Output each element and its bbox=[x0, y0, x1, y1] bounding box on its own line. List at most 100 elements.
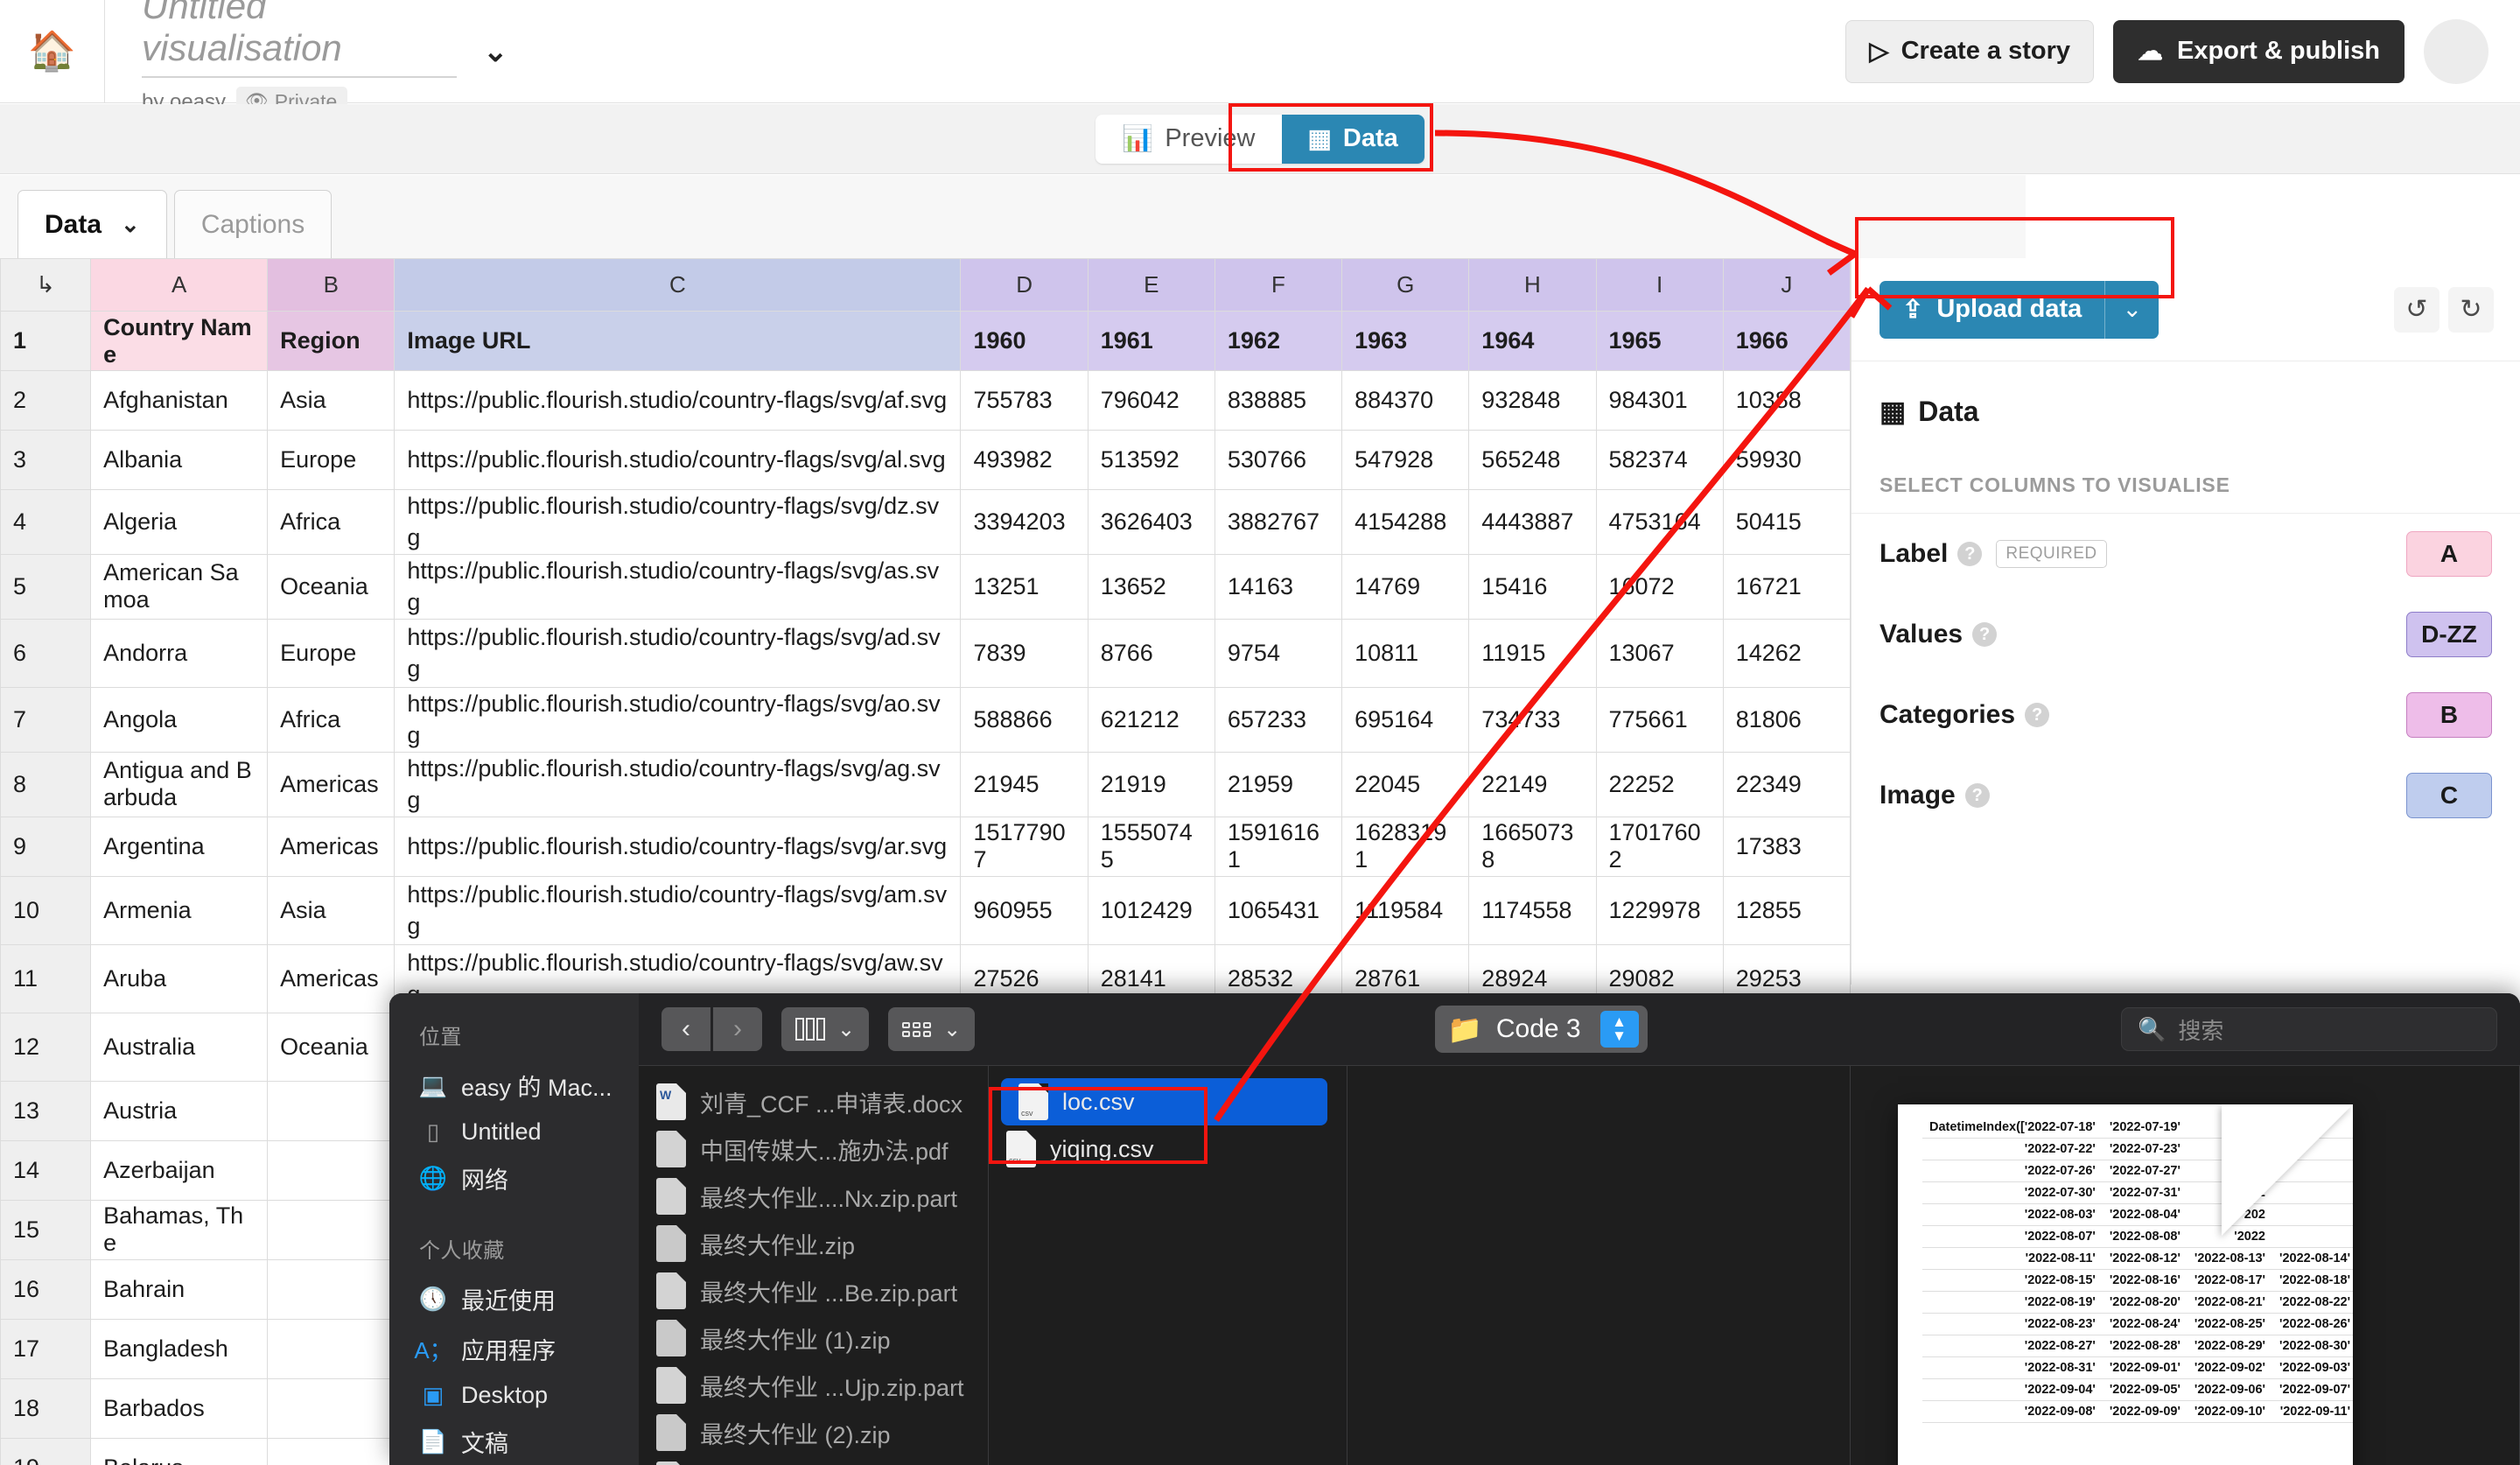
table-row[interactable]: 6 Andorra Europe https://public.flourish… bbox=[0, 618, 1851, 688]
sidebar-item-untitled[interactable]: ▯ Untitled bbox=[389, 1111, 639, 1153]
finder-column-2[interactable]: csv loc.csv csv yiqing.csv bbox=[989, 1066, 1348, 1465]
column-header-f[interactable]: F bbox=[1214, 258, 1343, 312]
chevron-down-icon[interactable]: ⌄ bbox=[483, 34, 508, 69]
cell-e[interactable]: 21919 bbox=[1087, 751, 1215, 817]
row-number[interactable]: 7 bbox=[0, 686, 92, 753]
help-icon[interactable]: ? bbox=[1964, 783, 1990, 808]
cell-c[interactable]: https://public.flourish.studio/country-f… bbox=[394, 618, 962, 688]
cell-c[interactable]: https://public.flourish.studio/country-f… bbox=[394, 686, 962, 753]
list-item[interactable]: csv yiqing.csv bbox=[989, 1125, 1347, 1173]
cell-j[interactable]: 81806 bbox=[1722, 686, 1851, 753]
cell-f1[interactable]: 1962 bbox=[1214, 311, 1343, 371]
row-number[interactable]: 4 bbox=[0, 489, 92, 555]
cell-b[interactable]: Oceania bbox=[267, 1012, 396, 1082]
cell-b[interactable] bbox=[267, 1199, 396, 1260]
cell-a[interactable]: Barbados bbox=[90, 1377, 269, 1439]
cell-j[interactable]: 22349 bbox=[1722, 751, 1851, 817]
cell-g[interactable]: 10811 bbox=[1341, 618, 1470, 688]
search-input[interactable]: 🔍 搜索 bbox=[2121, 1007, 2497, 1051]
cell-b[interactable]: Africa bbox=[267, 489, 396, 555]
row-number[interactable]: 19 bbox=[0, 1437, 92, 1465]
list-item[interactable]: 最终大作业 ...Be.zip.part bbox=[639, 1267, 988, 1314]
column-header-c[interactable]: C bbox=[394, 258, 962, 312]
row-number[interactable]: 9 bbox=[0, 816, 92, 877]
column-header-b[interactable]: B bbox=[267, 258, 396, 312]
cell-a[interactable]: Aruba bbox=[90, 943, 269, 1013]
cell-d[interactable]: 755783 bbox=[960, 370, 1088, 431]
cell-a[interactable]: Belarus bbox=[90, 1437, 269, 1465]
row-number[interactable]: 5 bbox=[0, 553, 92, 620]
cell-j[interactable]: 16721 bbox=[1722, 553, 1851, 620]
row-number[interactable]: 14 bbox=[0, 1139, 92, 1201]
cell-f[interactable]: 9754 bbox=[1214, 618, 1343, 688]
cell-g[interactable]: 547928 bbox=[1341, 430, 1470, 490]
cell-a[interactable]: Australia bbox=[90, 1012, 269, 1082]
column-chip-label[interactable]: A bbox=[2406, 531, 2492, 577]
cell-b[interactable]: Americas bbox=[267, 943, 396, 1013]
row-number[interactable]: 6 bbox=[0, 618, 92, 688]
cell-f[interactable]: 15916161 bbox=[1214, 816, 1343, 877]
cell-i[interactable]: 1229978 bbox=[1595, 875, 1724, 945]
list-item[interactable]: 最终大作业 ...Ujp.zip.part bbox=[639, 1362, 988, 1409]
row-number[interactable]: 2 bbox=[0, 370, 92, 431]
cell-a[interactable]: Argentina bbox=[90, 816, 269, 877]
cell-h[interactable]: 16650738 bbox=[1468, 816, 1597, 877]
table-row[interactable]: 1 Country Name Region Image URL 1960 196… bbox=[0, 311, 1851, 371]
column-header-j[interactable]: J bbox=[1722, 258, 1851, 312]
cell-c[interactable]: https://public.flourish.studio/country-f… bbox=[394, 875, 962, 945]
tab-captions[interactable]: Captions bbox=[173, 190, 332, 258]
cell-j[interactable]: 12855 bbox=[1722, 875, 1851, 945]
cell-c[interactable]: https://public.flourish.studio/country-f… bbox=[394, 430, 962, 490]
cell-e[interactable]: 13652 bbox=[1087, 553, 1215, 620]
select-all-corner[interactable]: ↳ bbox=[0, 258, 92, 312]
tab-data-sheet[interactable]: Data ⌄ bbox=[18, 190, 167, 258]
cell-c1[interactable]: Image URL bbox=[394, 311, 962, 371]
cell-a[interactable]: Bahrain bbox=[90, 1258, 269, 1320]
path-folder-select[interactable]: 📁 Code 3 ▲ ▼ bbox=[1435, 1006, 1648, 1053]
cell-c[interactable]: https://public.flourish.studio/country-f… bbox=[394, 751, 962, 817]
sidebar-item-applications[interactable]: A； 应用程序 bbox=[389, 1324, 639, 1374]
cell-b[interactable] bbox=[267, 1080, 396, 1141]
column-header-e[interactable]: E bbox=[1087, 258, 1215, 312]
undo-icon[interactable]: ↺ bbox=[2394, 286, 2440, 333]
stepper-icon[interactable]: ▲ ▼ bbox=[1600, 1011, 1639, 1048]
column-header-d[interactable]: D bbox=[960, 258, 1088, 312]
cell-d[interactable]: 493982 bbox=[960, 430, 1088, 490]
cell-e[interactable]: 621212 bbox=[1087, 686, 1215, 753]
column-chip-categories[interactable]: B bbox=[2406, 692, 2492, 738]
cell-b1[interactable]: Region bbox=[267, 311, 396, 371]
cell-f[interactable]: 21959 bbox=[1214, 751, 1343, 817]
table-row[interactable]: 4 Algeria Africa https://public.flourish… bbox=[0, 489, 1851, 555]
column-chip-values[interactable]: D-ZZ bbox=[2406, 612, 2492, 657]
cell-a[interactable]: Albania bbox=[90, 430, 269, 490]
cell-i[interactable]: 13067 bbox=[1595, 618, 1724, 688]
cell-j[interactable]: 50415 bbox=[1722, 489, 1851, 555]
cell-d[interactable]: 13251 bbox=[960, 553, 1088, 620]
cell-d[interactable]: 15177907 bbox=[960, 816, 1088, 877]
cell-c[interactable]: https://public.flourish.studio/country-f… bbox=[394, 370, 962, 431]
cell-a[interactable]: Algeria bbox=[90, 489, 269, 555]
cell-g[interactable]: 22045 bbox=[1341, 751, 1470, 817]
tab-preview[interactable]: 📊 Preview bbox=[1096, 115, 1281, 164]
upload-data-button[interactable]: ⇪ Upload data ⌄ bbox=[1880, 280, 2160, 339]
cell-j[interactable]: 10388 bbox=[1722, 370, 1851, 431]
cell-h[interactable]: 734733 bbox=[1468, 686, 1597, 753]
cell-f[interactable]: 14163 bbox=[1214, 553, 1343, 620]
sidebar-item-documents[interactable]: 📄 文稿 bbox=[389, 1417, 639, 1465]
row-number[interactable]: 16 bbox=[0, 1258, 92, 1320]
cell-d[interactable]: 3394203 bbox=[960, 489, 1088, 555]
home-button[interactable]: 🏠 bbox=[0, 0, 105, 103]
cell-b[interactable]: Oceania bbox=[267, 553, 396, 620]
table-row[interactable]: 8 Antigua and Barbuda Americas https://p… bbox=[0, 751, 1851, 817]
sidebar-item-network[interactable]: 🌐 网络 bbox=[389, 1153, 639, 1203]
cell-j[interactable]: 17383 bbox=[1722, 816, 1851, 877]
list-item[interactable]: 中国传媒大...施办法.pdf bbox=[639, 1125, 988, 1173]
row-number[interactable]: 15 bbox=[0, 1199, 92, 1260]
cell-f[interactable]: 657233 bbox=[1214, 686, 1343, 753]
cell-i[interactable]: 17017602 bbox=[1595, 816, 1724, 877]
cell-e[interactable]: 796042 bbox=[1087, 370, 1215, 431]
list-item[interactable]: 最终大作业....Nx.zip.part bbox=[639, 1173, 988, 1220]
cell-a[interactable]: Bahamas, The bbox=[90, 1199, 269, 1260]
visualisation-title[interactable]: Untitled visualisation bbox=[142, 0, 457, 78]
sidebar-item-recents[interactable]: 🕔 最近使用 bbox=[389, 1274, 639, 1324]
